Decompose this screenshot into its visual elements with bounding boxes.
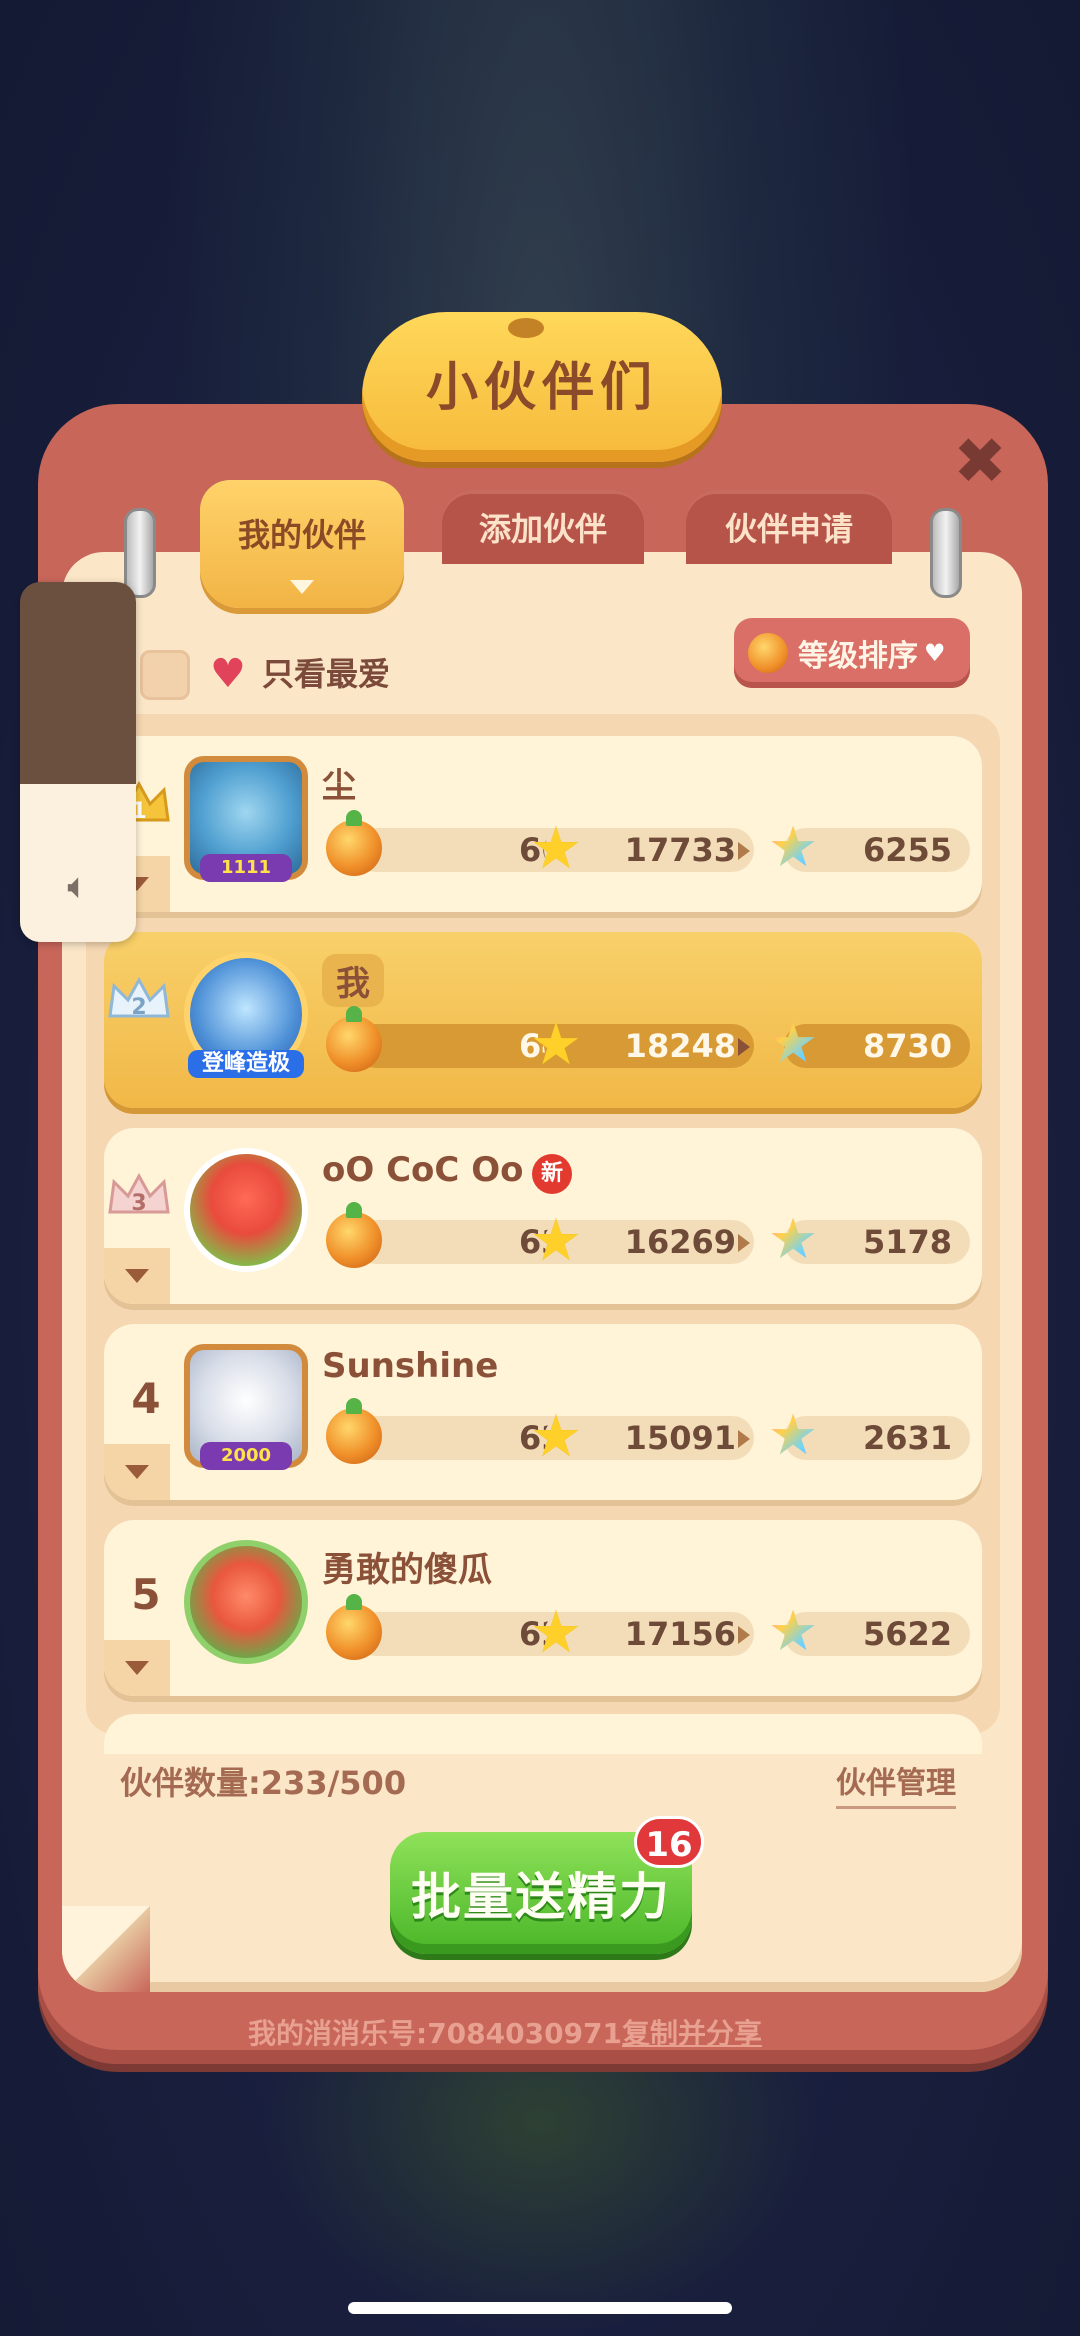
avatar[interactable] bbox=[184, 1540, 308, 1664]
star-icon: ★ bbox=[530, 1402, 582, 1470]
play-icon bbox=[738, 1038, 750, 1056]
star-icon: ★ bbox=[530, 1206, 582, 1274]
sort-label: 等级排序 bbox=[798, 639, 918, 674]
play-icon bbox=[738, 1430, 750, 1448]
tab-indicator-icon bbox=[290, 580, 314, 594]
rank-number: 3 bbox=[131, 1191, 146, 1216]
partner-name: 勇敢的傻瓜 bbox=[322, 1550, 492, 1590]
orb-icon bbox=[326, 1594, 382, 1660]
play-icon bbox=[738, 1234, 750, 1252]
partner-name: 尘 bbox=[322, 766, 356, 806]
play-icon bbox=[738, 1626, 750, 1644]
page-corner-fold bbox=[62, 1906, 150, 1992]
rainbow-star-icon: ★ bbox=[768, 820, 824, 876]
close-button[interactable]: ✖ bbox=[950, 430, 1010, 494]
orb-icon bbox=[326, 1006, 382, 1072]
favorite-only-checkbox[interactable] bbox=[140, 650, 190, 700]
expand-button[interactable] bbox=[104, 1444, 170, 1500]
tab-my-partners[interactable]: 我的伙伴 bbox=[200, 480, 404, 608]
expand-button[interactable] bbox=[104, 1248, 170, 1304]
heart-icon: ♥ bbox=[924, 639, 946, 667]
player-id: 我的消消乐号:7084030971 bbox=[248, 2017, 623, 2050]
rank-number: 4 bbox=[131, 1374, 161, 1423]
star-icon: ★ bbox=[530, 814, 582, 882]
tab-add-partner[interactable]: 添加伙伴 bbox=[442, 490, 644, 564]
partner-row[interactable]: 1 1111 尘 6616 17733 ★ 6255 ★ bbox=[104, 736, 982, 912]
partner-name: oO CoC Oo bbox=[322, 1150, 524, 1190]
tab-label: 伙伴申请 bbox=[724, 510, 853, 548]
binder-ring-right bbox=[930, 508, 962, 598]
home-indicator[interactable] bbox=[348, 2302, 732, 2314]
plaque-hole bbox=[508, 318, 544, 338]
partner-row[interactable]: 4 2000 Sunshine 6227 15091 ★ 2631 ★ bbox=[104, 1324, 982, 1500]
partner-row[interactable]: 5 勇敢的傻瓜 6225 17156 ★ 5622 ★ bbox=[104, 1520, 982, 1696]
star-icon: ★ bbox=[530, 1010, 582, 1078]
player-id-line: 我的消消乐号:7084030971复制并分享 bbox=[248, 2012, 762, 2052]
partner-row-partial[interactable] bbox=[104, 1714, 982, 1754]
volume-track bbox=[20, 582, 136, 784]
orb-icon bbox=[748, 633, 788, 673]
heart-icon: ♥ bbox=[210, 651, 246, 697]
chevron-down-icon bbox=[125, 1269, 149, 1283]
rainbow-star-icon: ★ bbox=[768, 1604, 824, 1660]
partner-row[interactable]: 3 oO CoC Oo 新 6375 16269 ★ 5178 ★ bbox=[104, 1128, 982, 1304]
partner-name: 我 bbox=[322, 954, 384, 1007]
crown-silver-icon: 2 bbox=[108, 976, 170, 1020]
tab-partner-requests[interactable]: 伙伴申请 bbox=[686, 490, 892, 564]
partner-row-me[interactable]: 2 登峰造极 我 6435 18248 ★ 8730 ★ bbox=[104, 932, 982, 1108]
chevron-down-icon bbox=[125, 1465, 149, 1479]
play-icon bbox=[738, 842, 750, 860]
avatar[interactable] bbox=[184, 1148, 308, 1272]
orb-icon bbox=[326, 1398, 382, 1464]
rainbow-star-icon: ★ bbox=[768, 1408, 824, 1464]
copy-share-link[interactable]: 复制并分享 bbox=[622, 2017, 762, 2050]
star-icon: ★ bbox=[530, 1598, 582, 1666]
speaker-icon: 🔈︎ bbox=[67, 866, 89, 907]
rank-number: 2 bbox=[131, 995, 146, 1020]
binder-ring-left bbox=[124, 508, 156, 598]
dialog-title-plaque: 小伙伴们 bbox=[362, 312, 722, 462]
tab-label: 我的伙伴 bbox=[237, 516, 366, 554]
orb-icon bbox=[326, 1202, 382, 1268]
orb-icon bbox=[326, 810, 382, 876]
crown-bronze-icon: 3 bbox=[108, 1172, 170, 1216]
send-button-label: 批量送精力 bbox=[411, 1868, 671, 1926]
avatar-frame-badge: 登峰造极 bbox=[188, 1050, 304, 1078]
partner-count: 伙伴数量:233/500 bbox=[120, 1764, 407, 1802]
notification-badge: 16 bbox=[634, 1816, 704, 1868]
rainbow-star-icon: ★ bbox=[768, 1212, 824, 1268]
dialog-title: 小伙伴们 bbox=[425, 357, 658, 418]
new-badge: 新 bbox=[532, 1154, 572, 1194]
partner-manage-link[interactable]: 伙伴管理 bbox=[836, 1758, 956, 1809]
volume-level: 🔈︎ bbox=[20, 784, 136, 942]
sort-by-level-button[interactable]: 等级排序 ♥ bbox=[734, 618, 970, 688]
chevron-down-icon bbox=[125, 1661, 149, 1675]
expand-button[interactable] bbox=[104, 1640, 170, 1696]
tab-label: 添加伙伴 bbox=[478, 510, 607, 548]
rank-number: 5 bbox=[131, 1570, 161, 1619]
rainbow-star-icon: ★ bbox=[768, 1016, 824, 1072]
favorite-only-label[interactable]: 只看最爱 bbox=[262, 652, 390, 696]
volume-slider[interactable]: 🔈︎ bbox=[20, 582, 136, 942]
avatar-frame-badge: 1111 bbox=[200, 854, 292, 882]
partner-name: Sunshine bbox=[322, 1346, 499, 1386]
avatar-frame-badge: 2000 bbox=[200, 1442, 292, 1470]
